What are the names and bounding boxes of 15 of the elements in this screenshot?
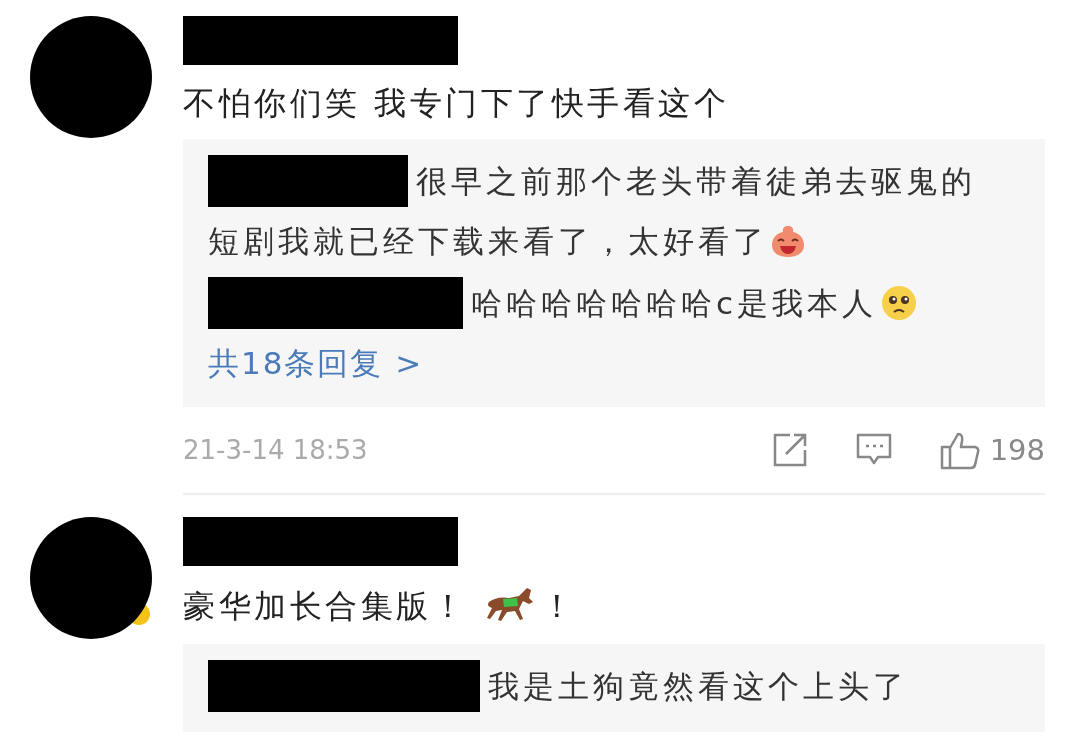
comment-text: 豪华加长合集版！ (183, 586, 467, 626)
comment-text: 短剧我就已经下载来看了，太好看了 (208, 222, 768, 261)
share-icon (771, 432, 808, 468)
comment-text: 很早之前那个老头带着徒弟去驱鬼的 (416, 162, 976, 201)
thumbs-up-icon (939, 430, 980, 470)
comment-text: 哈哈哈哈哈哈哈c是我本人 (471, 284, 878, 323)
comment-text: ！ (541, 586, 577, 626)
share-button[interactable] (771, 432, 808, 468)
more-replies-link[interactable]: 共18条回复 > (208, 335, 424, 391)
comment-text: 不怕你们笑 我专门下了快手看这个 (183, 83, 730, 123)
comment-text: 我是土狗竟然看这个上头了 (488, 667, 908, 706)
comment-icon (855, 433, 892, 467)
like-button[interactable]: 198 (939, 430, 1045, 470)
comment-time: 21-3-14 18:53 (183, 435, 369, 465)
comment-button[interactable] (855, 433, 892, 467)
